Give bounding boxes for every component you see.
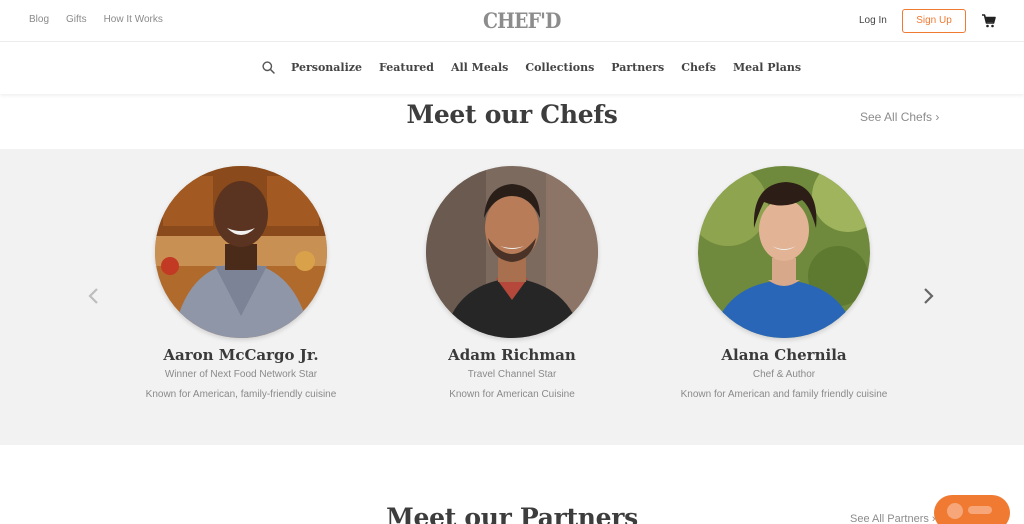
chef-photo[interactable] — [698, 166, 870, 338]
how-it-works-link[interactable]: How It Works — [104, 14, 163, 25]
cart-icon[interactable] — [982, 14, 996, 28]
nav-item-meal-plans[interactable]: Meal Plans — [733, 61, 801, 74]
nav-item-all-meals[interactable]: All Meals — [451, 61, 508, 74]
chef-name: Adam Richman — [448, 346, 576, 364]
chef-subtitle: Chef & Author — [752, 369, 816, 380]
chef-name: Alana Chernila — [721, 346, 847, 364]
chef-subtitle: Travel Channel Star — [467, 369, 557, 380]
nav-item-collections[interactable]: Collections — [525, 61, 594, 74]
nav-items: Personalize Featured All Meals Collectio… — [291, 61, 818, 74]
chef-photo[interactable] — [155, 166, 327, 338]
chevron-left-icon[interactable] — [87, 287, 101, 305]
chef-photo-image — [155, 166, 327, 338]
nav-item-chefs[interactable]: Chefs — [681, 61, 716, 74]
search-icon[interactable] — [262, 61, 275, 74]
chef-name: Aaron McCargo Jr. — [163, 346, 319, 364]
chevron-right-icon[interactable] — [921, 287, 935, 305]
see-all-partners-link[interactable]: See All Partners › — [850, 513, 936, 524]
chef-cuisine: Known for American, family-friendly cuis… — [145, 389, 337, 400]
chef-photo-image — [698, 166, 870, 338]
gifts-link[interactable]: Gifts — [66, 14, 87, 25]
chat-label-placeholder — [968, 506, 992, 514]
chef-cuisine: Known for American Cuisine — [449, 389, 575, 400]
nav-item-featured[interactable]: Featured — [379, 61, 434, 74]
chat-widget-button[interactable] — [934, 495, 1010, 524]
log-in-link[interactable]: Log In — [859, 15, 887, 26]
chef-photo-image — [426, 166, 598, 338]
nav-item-partners[interactable]: Partners — [611, 61, 664, 74]
see-all-chefs-link[interactable]: See All Chefs › — [860, 110, 939, 124]
chef-cuisine: Known for American and family friendly c… — [680, 389, 888, 400]
chef-card[interactable]: Aaron McCargo Jr. Winner of Next Food Ne… — [121, 166, 361, 400]
chef-card[interactable]: Alana Chernila Chef & Author Known for A… — [664, 166, 904, 400]
chef-subtitle: Winner of Next Food Network Star — [164, 369, 318, 380]
top-bar: Blog Gifts How It Works CHEF'D Log In Si… — [0, 0, 1024, 42]
chef-card[interactable]: Adam Richman Travel Channel Star Known f… — [392, 166, 632, 400]
chat-icon — [947, 503, 963, 519]
sign-up-button[interactable]: Sign Up — [902, 9, 966, 33]
blog-link[interactable]: Blog — [29, 14, 49, 25]
nav-item-personalize[interactable]: Personalize — [291, 61, 362, 74]
site-logo[interactable]: CHEF'D — [483, 8, 561, 33]
chef-photo[interactable] — [426, 166, 598, 338]
utility-links: Blog Gifts How It Works — [29, 14, 180, 25]
main-nav: Personalize Featured All Meals Collectio… — [0, 42, 1024, 94]
